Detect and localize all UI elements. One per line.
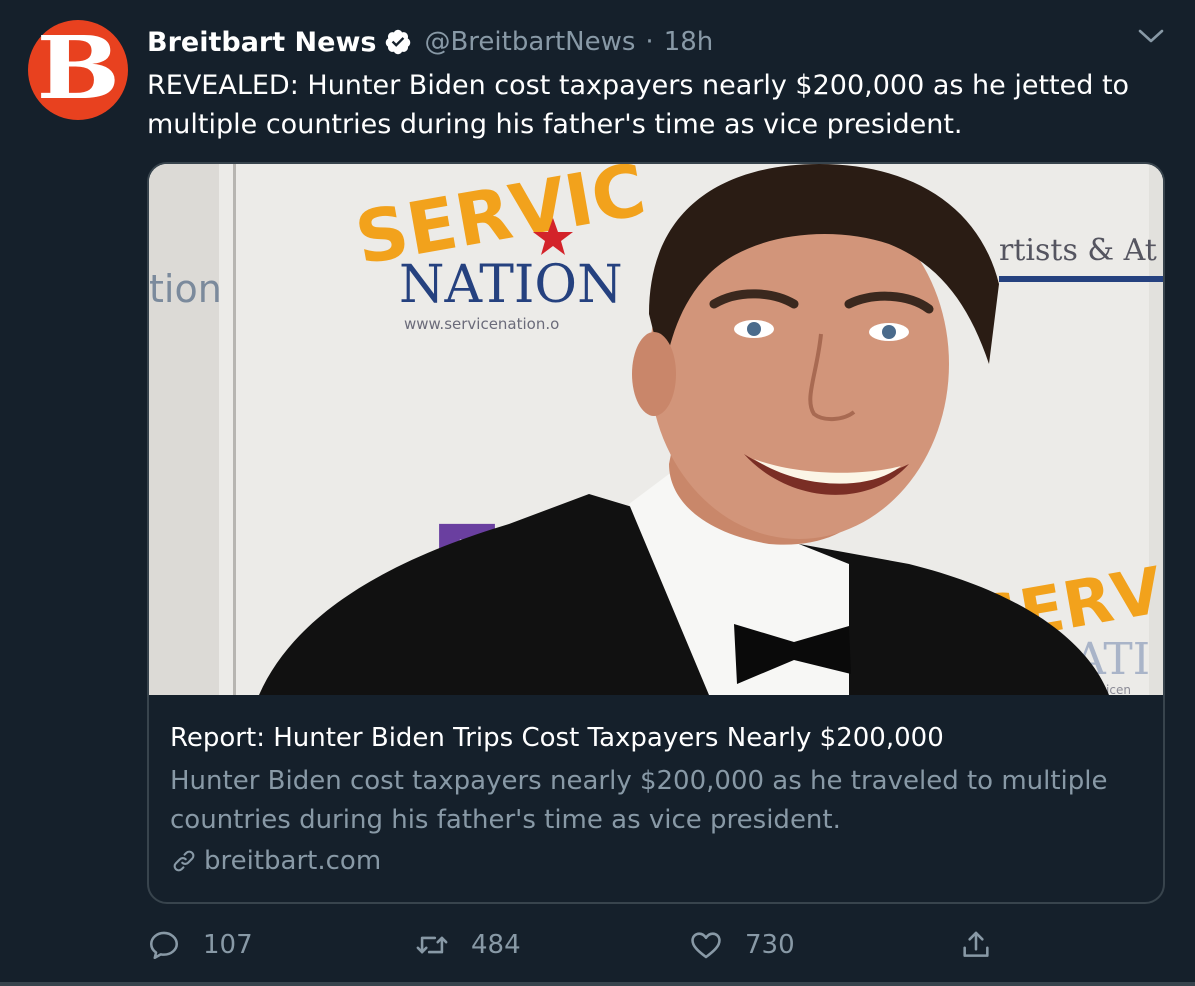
tweet[interactable]: B Breitbart News @BreitbartNews · 18h RE… bbox=[0, 0, 1195, 986]
card-photo: SERVIC NATION www.servicenation.o tion r… bbox=[149, 164, 1163, 695]
like-count: 730 bbox=[745, 930, 795, 960]
card-domain-text: breitbart.com bbox=[204, 846, 382, 876]
card-description: Hunter Biden cost taxpayers nearly $200,… bbox=[170, 766, 1108, 835]
card-domain[interactable]: breitbart.com bbox=[170, 846, 1150, 876]
backdrop-url-text: www.servicenation.o bbox=[404, 315, 559, 333]
backdrop-tion-text: tion bbox=[149, 267, 222, 311]
account-name[interactable]: Breitbart News bbox=[147, 27, 376, 58]
divider bbox=[0, 982, 1195, 986]
backdrop-nation-text: NATION bbox=[399, 255, 623, 315]
separator-dot: · bbox=[645, 27, 654, 57]
card-body: Report: Hunter Biden Trips Cost Taxpayer… bbox=[170, 720, 1150, 876]
tweet-text: REVEALED: Hunter Biden cost taxpayers ne… bbox=[147, 70, 1130, 140]
tweet-header: Breitbart News @BreitbartNews · 18h bbox=[147, 22, 713, 62]
card-title[interactable]: Report: Hunter Biden Trips Cost Taxpayer… bbox=[170, 720, 1150, 756]
chevron-down-icon[interactable] bbox=[1136, 24, 1166, 48]
verified-badge-icon bbox=[384, 28, 412, 56]
avatar-logo-letter: B bbox=[36, 18, 120, 119]
link-preview-card[interactable]: SERVIC NATION www.servicenation.o tion r… bbox=[147, 162, 1165, 904]
avatar[interactable]: B bbox=[28, 20, 128, 120]
like-button[interactable]: 730 bbox=[689, 922, 795, 968]
heart-icon bbox=[691, 932, 721, 959]
retweet-button[interactable]: 484 bbox=[415, 922, 521, 968]
retweet-icon bbox=[416, 936, 448, 954]
card-image: SERVIC NATION www.servicenation.o tion r… bbox=[149, 164, 1163, 695]
tweet-actions: 107 484 730 bbox=[147, 922, 1027, 968]
retweet-count: 484 bbox=[471, 930, 521, 960]
reply-icon bbox=[149, 931, 179, 960]
link-icon bbox=[170, 847, 198, 875]
share-icon bbox=[963, 931, 989, 957]
account-handle[interactable]: @BreitbartNews bbox=[424, 27, 635, 57]
share-button[interactable] bbox=[959, 922, 993, 968]
backdrop-artists-text: rtists & At bbox=[999, 233, 1157, 268]
reply-count: 107 bbox=[203, 930, 253, 960]
tweet-timestamp[interactable]: 18h bbox=[664, 27, 714, 57]
reply-button[interactable]: 107 bbox=[147, 922, 253, 968]
